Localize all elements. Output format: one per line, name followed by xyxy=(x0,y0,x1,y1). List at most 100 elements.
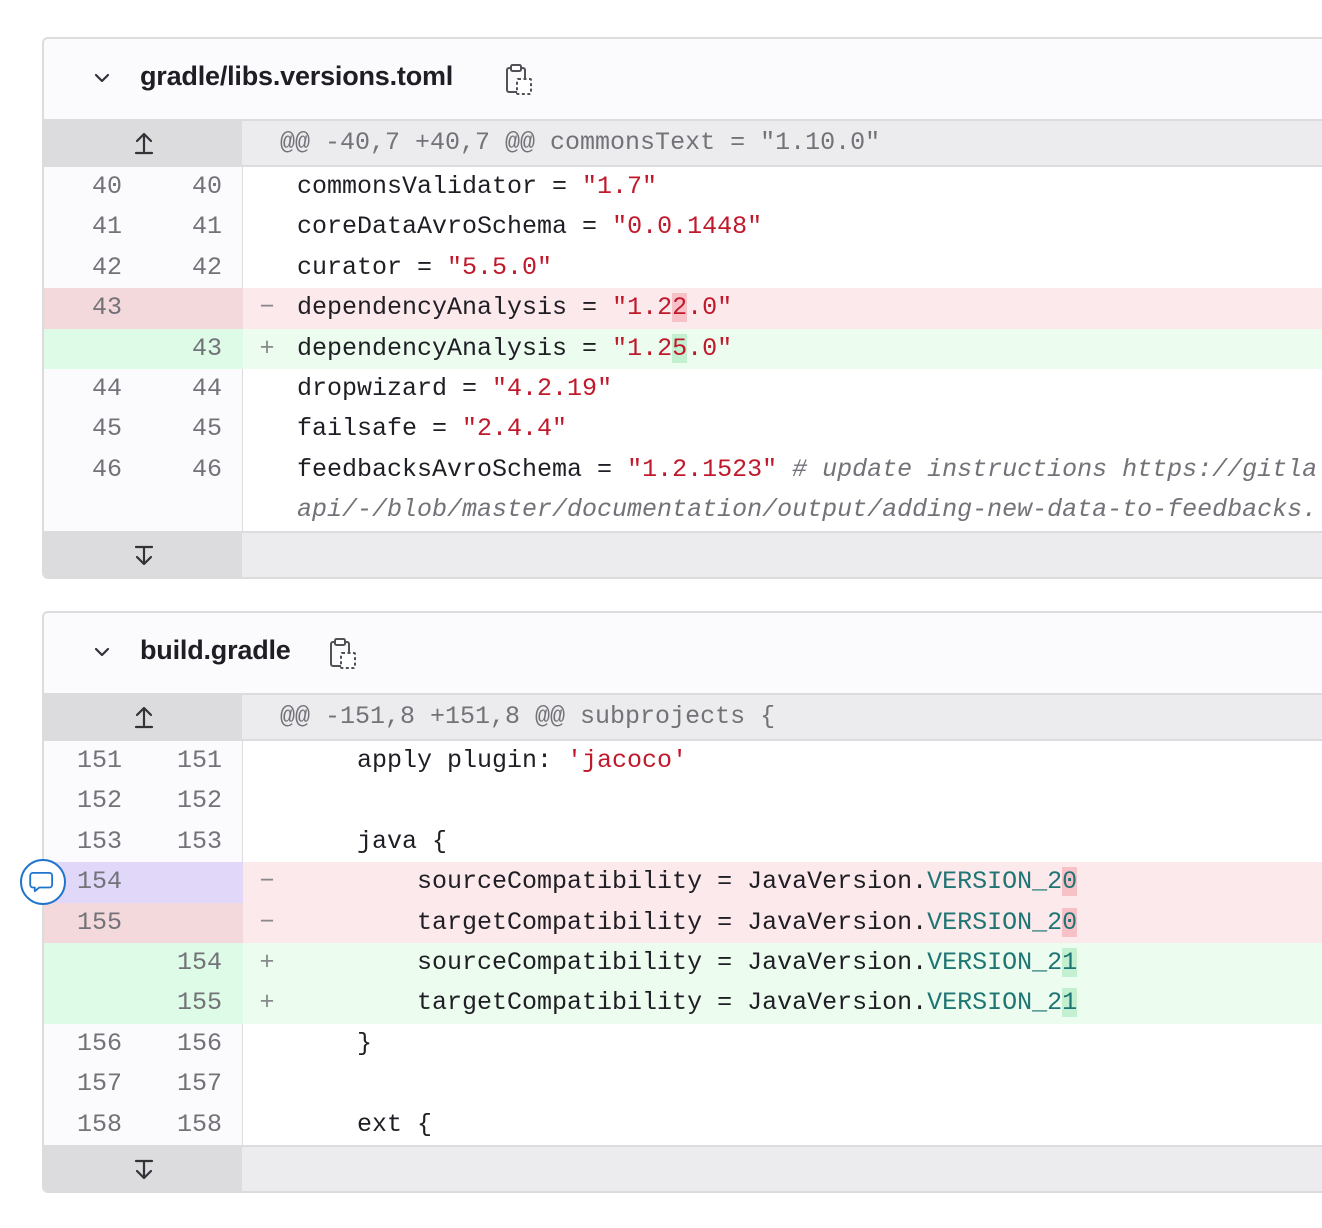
copy-to-clipboard-icon[interactable] xyxy=(328,637,358,671)
new-line-number[interactable]: 152 xyxy=(152,781,222,821)
line-content: commonsValidator = "1.7" xyxy=(297,167,657,207)
new-line-number[interactable]: 44 xyxy=(152,369,222,409)
code-token: "1.2.1523" xyxy=(627,454,778,484)
line-content: dropwizard = "4.2.19" xyxy=(297,369,612,409)
old-line-number[interactable]: 41 xyxy=(52,207,122,247)
line-content: targetCompatibility = JavaVersion.VERSIO… xyxy=(297,903,1078,943)
code-token: failsafe = xyxy=(297,414,463,444)
line-content: ext { xyxy=(297,1105,432,1145)
code-token: 1 xyxy=(1062,947,1078,977)
code-token: "1.7" xyxy=(582,172,658,201)
diff-line-wrap: api/-/blob/master/documentation/output/a… xyxy=(44,490,1322,531)
line-content: targetCompatibility = JavaVersion.VERSIO… xyxy=(297,983,1078,1023)
hunk-header: @@ -151,8 +151,8 @@ subprojects { xyxy=(280,702,776,731)
diff-line: 154 + sourceCompatibility = JavaVersion.V… xyxy=(44,942,1322,984)
code-token: 1 xyxy=(1062,988,1078,1018)
code-token: ext xyxy=(297,1109,418,1139)
old-line-number[interactable]: 43 xyxy=(52,288,122,328)
hunk-header-row: @@ -40,7 +40,7 @@ commonsText = "1.10.0" xyxy=(44,121,1322,167)
line-content: sourceCompatibility = JavaVersion.VERSIO… xyxy=(297,943,1078,983)
code-token: targetCompatibility = JavaVersion. xyxy=(297,988,928,1018)
code-token: apply plugin: xyxy=(297,746,568,775)
diff-line: 155 + targetCompatibility = JavaVersion.V… xyxy=(44,983,1322,1024)
new-line-number[interactable]: 40 xyxy=(152,167,222,207)
hunk-footer-row xyxy=(44,1144,1322,1191)
new-line-number[interactable]: 157 xyxy=(152,1064,222,1104)
old-line-number[interactable]: 156 xyxy=(52,1024,122,1064)
expand-up-icon[interactable] xyxy=(130,703,158,731)
diff-line: 154− sourceCompatibility = JavaVersion.V… xyxy=(44,862,1322,903)
diff-line: 158 158 ext { xyxy=(44,1104,1322,1145)
new-line-number[interactable]: 41 xyxy=(152,207,222,247)
line-content: java { xyxy=(297,822,447,862)
code-token: commonsValidator = xyxy=(297,172,583,201)
diff-marker: + xyxy=(259,333,275,363)
code-token: sourceCompatibility = JavaVersion. xyxy=(297,947,928,977)
diff-line: 42 42 curator = "5.5.0" xyxy=(44,247,1322,289)
file-name[interactable]: gradle/libs.versions.toml xyxy=(140,61,453,92)
line-content: coreDataAvroSchema = "0.0.1448" xyxy=(297,207,762,247)
expand-down-icon[interactable] xyxy=(130,1155,158,1183)
old-line-number[interactable]: 152 xyxy=(52,781,122,821)
old-line-number[interactable]: 155 xyxy=(52,903,122,943)
new-line-number[interactable]: 151 xyxy=(152,741,222,781)
diff-line: 46 46 feedbacksAvroSchema = "1.2.1523" # u… xyxy=(44,449,1322,491)
copy-to-clipboard-icon[interactable] xyxy=(504,63,534,97)
new-line-number[interactable]: 45 xyxy=(152,409,222,449)
new-line-number[interactable]: 153 xyxy=(152,822,222,862)
file-header: gradle/libs.versions.toml xyxy=(44,39,1322,121)
old-line-number[interactable]: 40 xyxy=(52,167,122,207)
file-name[interactable]: build.gradle xyxy=(140,635,291,666)
code-token: { xyxy=(432,826,448,856)
line-content: apply plugin: 'jacoco' xyxy=(297,741,687,781)
code-token: dependencyAnalysis = xyxy=(297,333,613,363)
code-token: VERSION_2 xyxy=(927,947,1063,977)
new-line-number[interactable]: 155 xyxy=(152,983,222,1023)
code-token: VERSION_2 xyxy=(927,907,1063,937)
code-token: 0 xyxy=(1062,867,1078,897)
chevron-down-icon[interactable] xyxy=(90,640,114,664)
diff-marker: − xyxy=(259,293,275,323)
new-line-number[interactable]: 156 xyxy=(152,1024,222,1064)
old-line-number[interactable]: 42 xyxy=(52,248,122,288)
code-token: "5.5.0" xyxy=(447,252,553,282)
new-line-number[interactable]: 42 xyxy=(152,248,222,288)
old-line-number[interactable]: 46 xyxy=(52,450,122,490)
code-token: targetCompatibility = JavaVersion. xyxy=(297,907,928,937)
old-line-number[interactable]: 157 xyxy=(52,1064,122,1104)
code-token: api/-/blob/master/documentation/output/a… xyxy=(297,495,1318,525)
code-token: VERSION_2 xyxy=(927,988,1063,1018)
diff-line: 44 44 dropwizard = "4.2.19" xyxy=(44,368,1322,410)
chevron-down-icon[interactable] xyxy=(90,66,114,90)
diff-line: 41 41 coreDataAvroSchema = "0.0.1448" xyxy=(44,207,1322,248)
diff-line: 157 157 xyxy=(44,1064,1322,1105)
expand-down-icon[interactable] xyxy=(130,541,158,569)
file-header: build.gradle xyxy=(44,613,1322,695)
new-line-number[interactable]: 158 xyxy=(152,1105,222,1145)
code-token: .0" xyxy=(687,293,733,323)
code-token: coreDataAvroSchema = xyxy=(297,212,613,242)
new-line-number[interactable]: 154 xyxy=(152,943,222,983)
old-line-number[interactable]: 44 xyxy=(52,369,122,409)
old-line-number[interactable]: 153 xyxy=(52,822,122,862)
add-comment-button[interactable] xyxy=(20,859,66,905)
diff-line: 156 156 } xyxy=(44,1023,1322,1065)
old-line-number[interactable]: 45 xyxy=(52,409,122,449)
code-token: curator = xyxy=(297,252,448,282)
expand-up-icon[interactable] xyxy=(130,129,158,157)
code-token: "2.4.4" xyxy=(462,414,568,444)
diff-line: 153 153 java { xyxy=(44,821,1322,863)
code-token: "0.0.1448" xyxy=(612,212,763,242)
code-token: java xyxy=(297,826,433,856)
code-token: { xyxy=(417,1109,433,1139)
code-token: "1.2 xyxy=(612,333,673,363)
diff-lines: 40 40 commonsValidator = "1.7" 41 41 coreData… xyxy=(44,167,1322,531)
hunk-header: @@ -40,7 +40,7 @@ commonsText = "1.10.0" xyxy=(280,128,881,157)
new-line-number[interactable]: 46 xyxy=(152,450,222,490)
old-line-number[interactable]: 151 xyxy=(52,741,122,781)
line-content: feedbacksAvroSchema = "1.2.1523" # updat… xyxy=(297,450,1317,490)
new-line-number[interactable]: 43 xyxy=(152,329,222,369)
old-line-number[interactable]: 158 xyxy=(52,1105,122,1145)
code-token: .0" xyxy=(687,333,733,363)
